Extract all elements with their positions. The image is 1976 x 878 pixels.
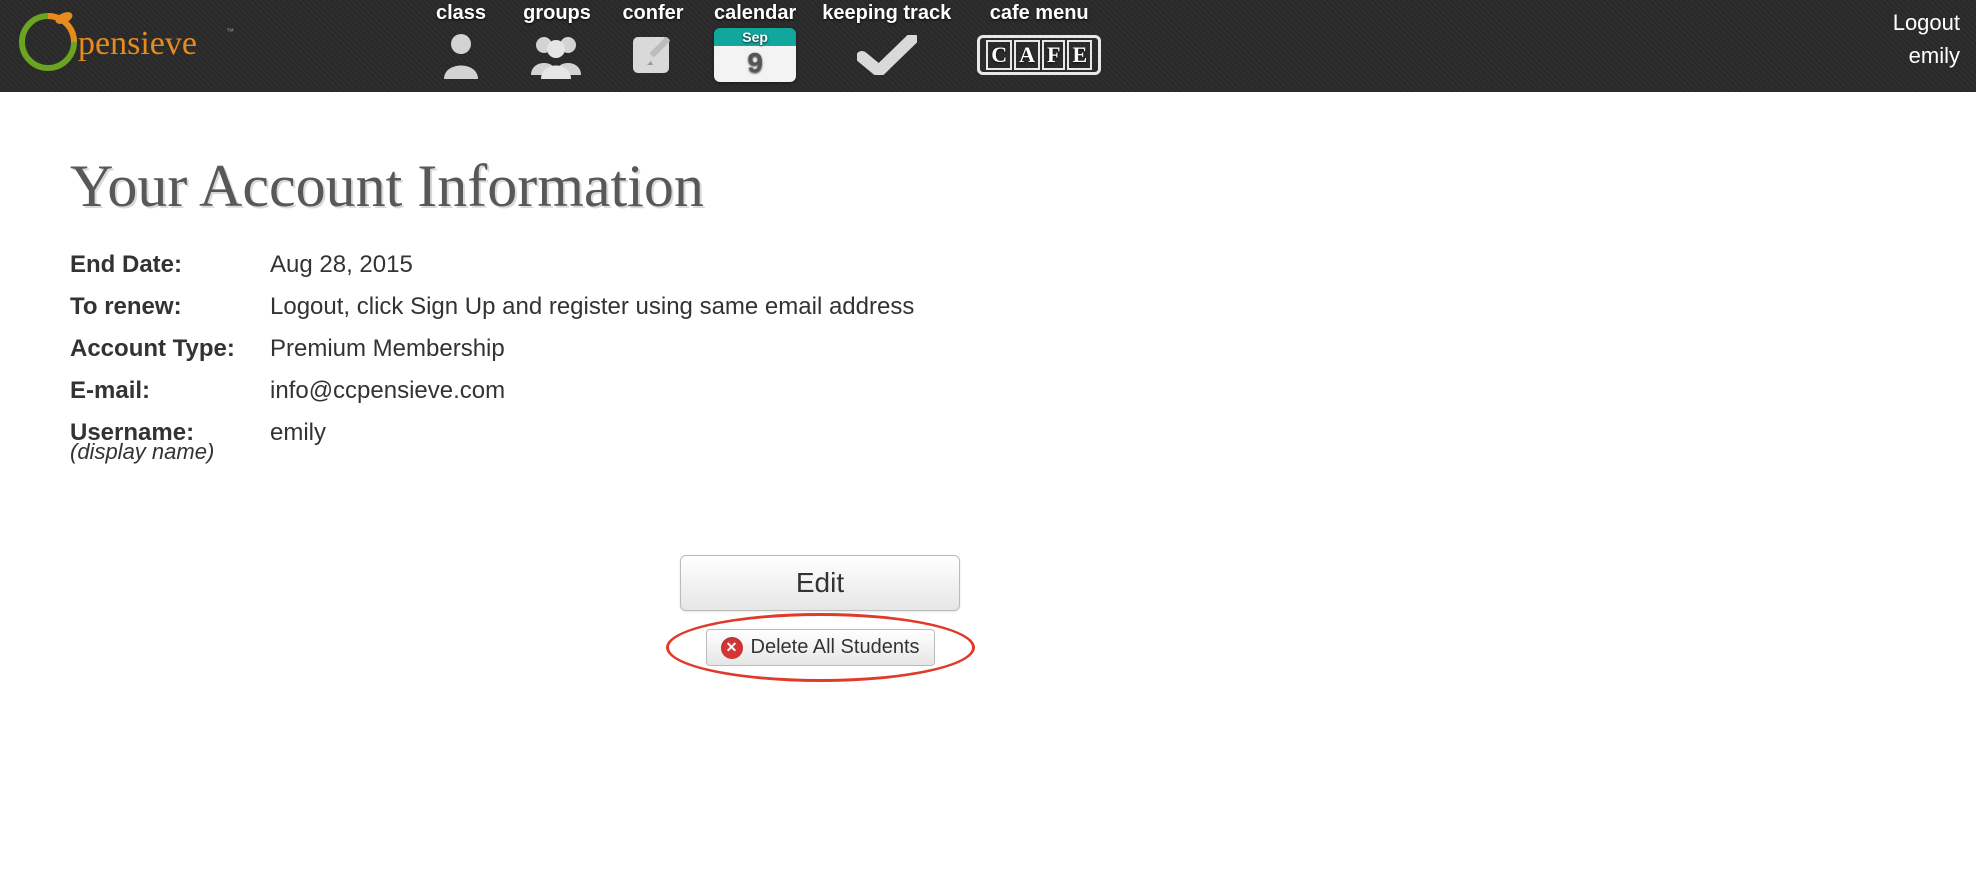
nav-label: calendar: [714, 2, 796, 25]
nav-groups[interactable]: groups: [522, 2, 592, 81]
main-nav: class groups confer: [426, 2, 1101, 81]
renew-label: To renew:: [70, 293, 260, 321]
nav-keeping-track[interactable]: keeping track: [822, 2, 951, 81]
calendar-month: Sep: [714, 28, 796, 46]
nav-label: class: [436, 2, 486, 25]
people-icon: [528, 29, 586, 81]
end-date-value: Aug 28, 2015: [270, 251, 1570, 279]
main-content: Your Account Information End Date: Aug 2…: [0, 92, 1640, 696]
top-navbar: pensieve ™ class groups confer: [0, 0, 1976, 92]
compose-icon: [629, 29, 677, 81]
calendar-day: 9: [714, 46, 796, 82]
nav-calendar[interactable]: calendar Sep 9: [714, 2, 796, 81]
account-info: End Date: Aug 28, 2015 To renew: Logout,…: [70, 251, 1570, 447]
account-type-value: Premium Membership: [270, 335, 1570, 363]
nav-label: keeping track: [822, 2, 951, 25]
edit-button[interactable]: Edit: [680, 555, 960, 611]
nav-label: confer: [622, 2, 683, 25]
calendar-icon: Sep 9: [714, 29, 796, 81]
brand-logo[interactable]: pensieve ™: [16, 6, 236, 76]
cafe-icon: CAFE: [977, 29, 1101, 81]
delete-all-students-button[interactable]: ✕ Delete All Students: [706, 629, 935, 666]
nav-label: groups: [523, 2, 591, 25]
delete-label: Delete All Students: [751, 636, 920, 659]
pensieve-logo-icon: pensieve ™: [16, 6, 236, 76]
svg-text:pensieve: pensieve: [78, 25, 197, 62]
delete-icon: ✕: [721, 637, 743, 659]
logout-link[interactable]: Logout: [1893, 6, 1960, 39]
nav-cafe-menu[interactable]: cafe menu CAFE: [977, 2, 1101, 81]
page-title: Your Account Information: [70, 152, 1570, 221]
account-type-label: Account Type:: [70, 335, 260, 363]
email-value: info@ccpensieve.com: [270, 377, 1570, 405]
nav-label: cafe menu: [990, 2, 1089, 25]
svg-text:™: ™: [226, 27, 234, 36]
nav-class[interactable]: class: [426, 2, 496, 81]
person-icon: [440, 29, 482, 81]
username-link[interactable]: emily: [1893, 39, 1960, 72]
email-label: E-mail:: [70, 377, 260, 405]
checkmark-icon: [857, 29, 917, 81]
annotation-highlight: ✕ Delete All Students: [706, 629, 935, 666]
nav-confer[interactable]: confer: [618, 2, 688, 81]
username-value: emily: [270, 419, 1570, 447]
user-menu: Logout emily: [1893, 6, 1960, 72]
end-date-label: End Date:: [70, 251, 260, 279]
action-buttons: Edit ✕ Delete All Students: [70, 555, 1570, 666]
renew-value: Logout, click Sign Up and register using…: [270, 293, 1570, 321]
